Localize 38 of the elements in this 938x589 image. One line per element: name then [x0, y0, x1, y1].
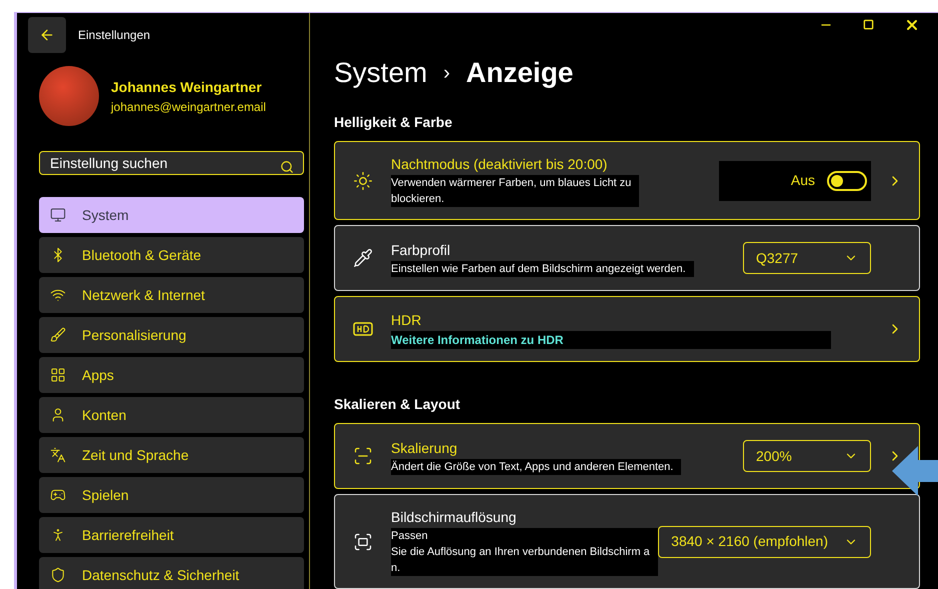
- setting-card[interactable]: Skalierung Ändert die Größe von Text, Apps und anderen Elementen. 200%: [334, 423, 920, 489]
- setting-card[interactable]: Farbprofil Einstellen wie Farben auf dem Bildschirm angezeigt werden. Q3277: [334, 225, 920, 291]
- search-field[interactable]: Einstellung suchen: [39, 151, 304, 175]
- card-title: Bildschirmauflösung: [391, 508, 516, 527]
- section-title: Helligkeit & Farbe: [334, 113, 454, 132]
- nav-item[interactable]: System: [39, 197, 304, 233]
- account-email: johannes@weingartner.email: [111, 98, 266, 116]
- nav-item[interactable]: Datenschutz & Sicherheit: [39, 557, 304, 589]
- card-description: Verwenden wärmerer Farben, um blaues Licht zu blockieren.: [391, 175, 640, 207]
- page-title: Anzeige: [466, 56, 574, 90]
- nav-item[interactable]: Konten: [39, 397, 304, 433]
- card-description: Einstellen wie Farben auf dem Bildschirm angezeigt werden.: [391, 260, 694, 276]
- nav-item[interactable]: Apps: [39, 357, 304, 393]
- dropdown[interactable]: Q3277: [743, 242, 871, 274]
- nav-item[interactable]: Zeit und Sprache: [39, 437, 304, 473]
- breadcrumb-separator: ›: [443, 61, 450, 86]
- card-title: HDR: [391, 310, 422, 330]
- setting-card[interactable]: Bildschirmauflösung Passen Sie die Auflösung an Ihren verbundenen Bildschirm a n. 3840 × 2160 (empfohlen): [334, 494, 920, 589]
- card-title: Skalierung: [391, 438, 458, 458]
- nav-item[interactable]: Bluetooth & Geräte: [39, 237, 304, 273]
- window-title: Einstellungen: [78, 27, 150, 44]
- setting-card[interactable]: Nachtmodus (deaktiviert bis 20:00) Verwenden wärmerer Farben, um blaues Licht zu blockieren. Aus: [334, 141, 920, 220]
- section-title: Skalieren & Layout: [334, 395, 462, 414]
- card-title: Farbprofil: [391, 240, 450, 260]
- account-name: Johannes Weingartner: [111, 78, 263, 97]
- card-title: Nachtmodus (deaktiviert bis 20:00): [391, 155, 608, 174]
- nav-item[interactable]: Barrierefreiheit: [39, 517, 304, 553]
- card-description: Ändert die Größe von Text, Apps und anderen Elementen.: [391, 458, 682, 474]
- nav-item[interactable]: Netzwerk & Internet: [39, 277, 304, 313]
- info-link[interactable]: Weitere Informationen zu HDR: [391, 330, 831, 348]
- nav-item[interactable]: Spielen: [39, 477, 304, 513]
- dropdown[interactable]: 200%: [743, 440, 871, 472]
- setting-card[interactable]: HDR Weitere Informationen zu HDR: [334, 296, 920, 362]
- breadcrumb-parent[interactable]: System: [334, 52, 428, 94]
- card-description: Passen Sie die Auflösung an Ihren verbundenen Bildschirm a n.: [391, 528, 658, 576]
- nav-item[interactable]: Personalisierung: [39, 317, 304, 353]
- toggle-state-label: Aus: [790, 171, 815, 190]
- dropdown[interactable]: 3840 × 2160 (empfohlen): [658, 526, 871, 558]
